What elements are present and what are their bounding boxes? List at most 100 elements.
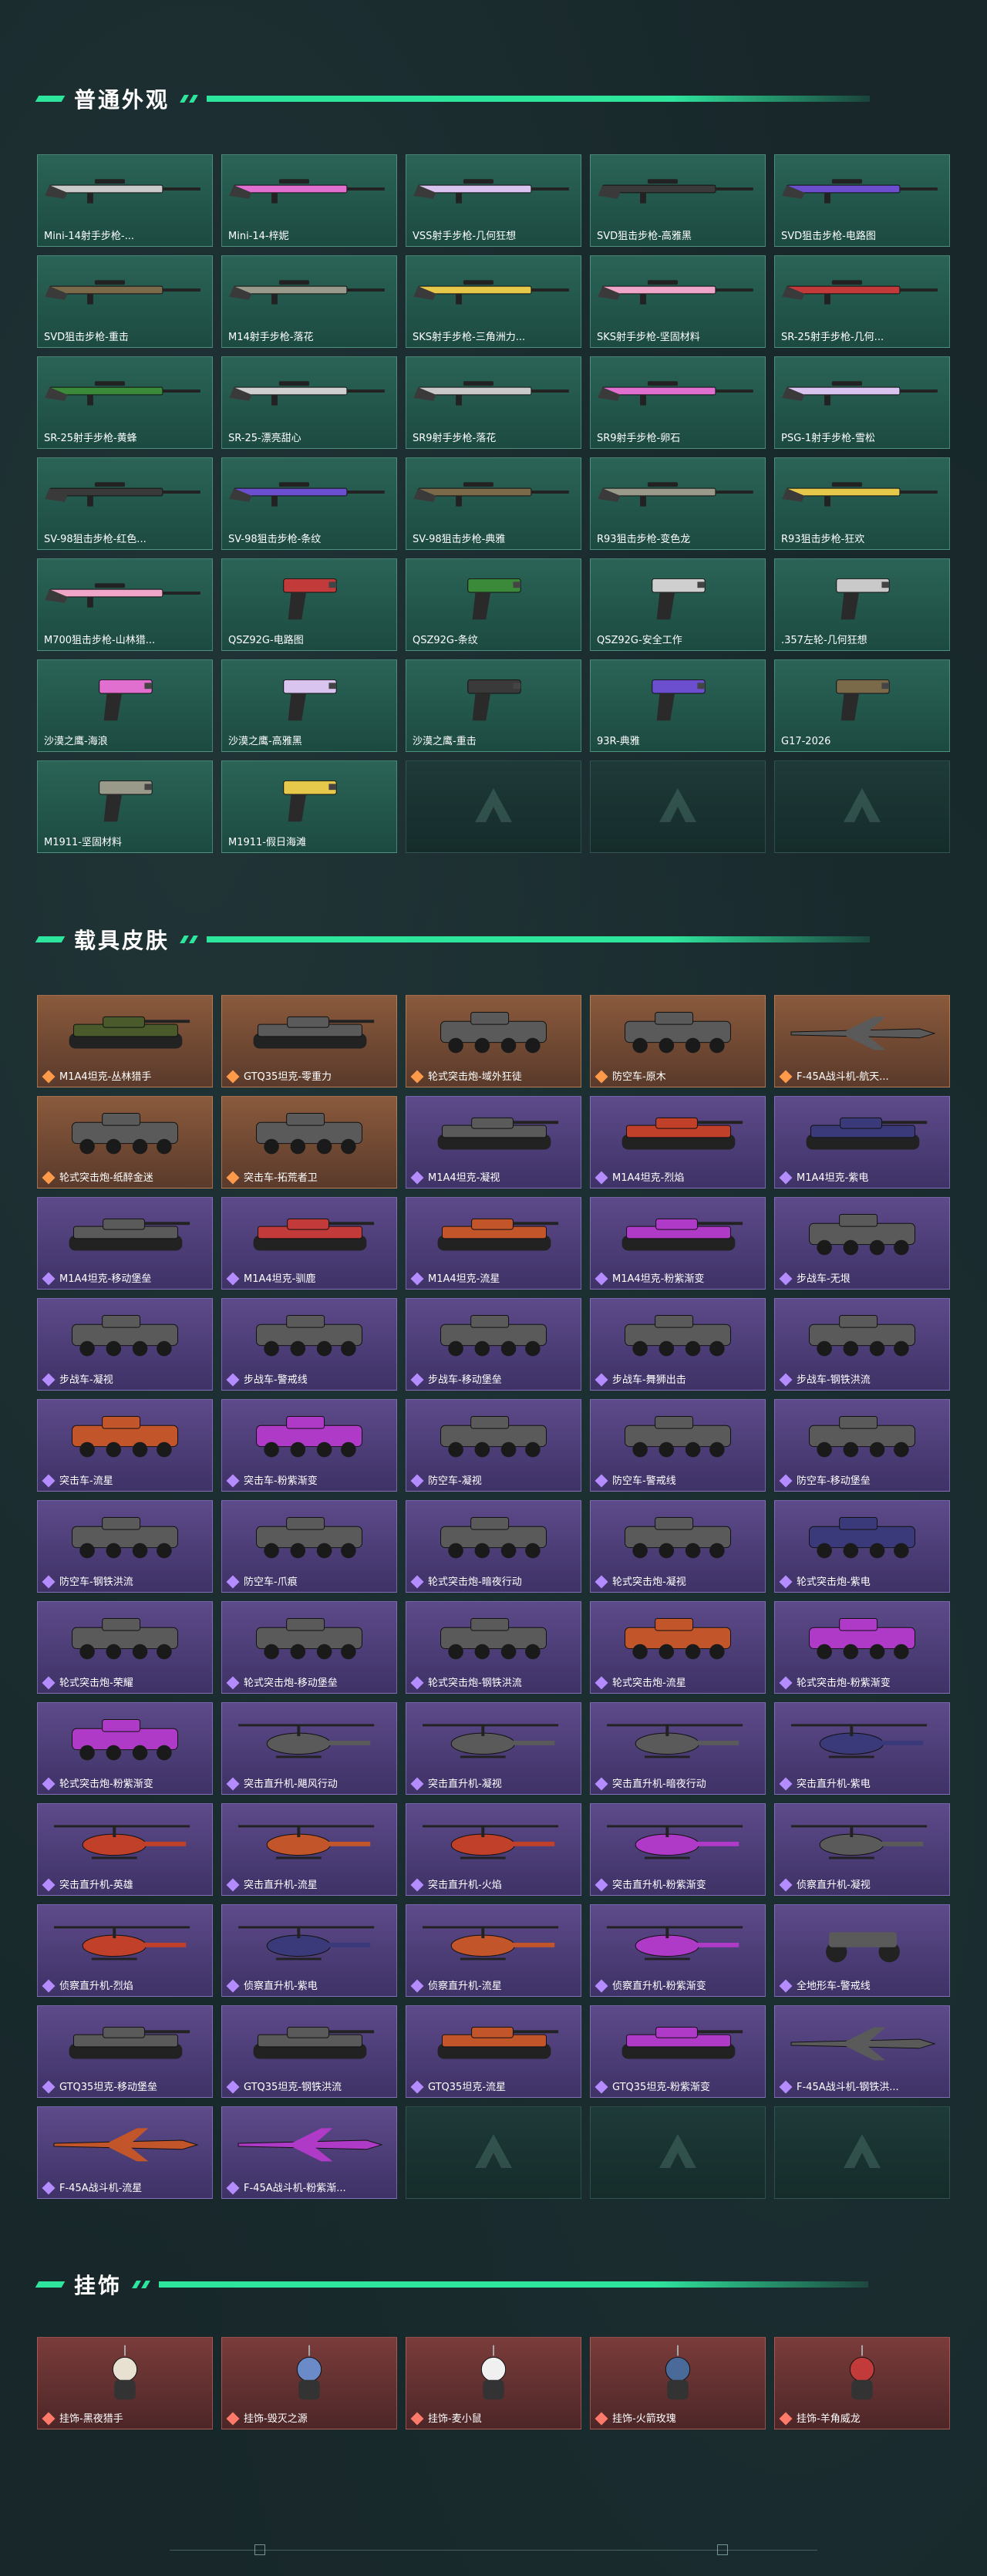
vehicle-image	[38, 1905, 212, 1974]
vehicle-skin-card[interactable]: 突击直升机-紫电	[774, 1702, 950, 1795]
vehicle-skin-card[interactable]: 突击直升机-英雄	[37, 1803, 213, 1896]
vehicle-skin-card[interactable]: 防空车-原木	[590, 995, 766, 1087]
vehicle-skin-card[interactable]: 突击直升机-暗夜行动	[590, 1702, 766, 1795]
vehicle-skin-card[interactable]: M1A4坦克-粉紫渐变	[590, 1197, 766, 1290]
vehicle-skin-card[interactable]: 突击车-拓荒者卫	[221, 1096, 397, 1189]
vehicle-skin-card[interactable]: M1A4坦克-移动堡垒	[37, 1197, 213, 1290]
vehicle-skin-card[interactable]: 防空车-钢铁洪流	[37, 1500, 213, 1593]
vehicle-skin-card[interactable]: GTQ35坦克-流星	[406, 2005, 581, 2098]
vehicle-skin-card[interactable]: 轮式突击炮-粉紫渐变	[774, 1601, 950, 1694]
weapon-skin-card[interactable]: Mini-14射手步枪-...	[37, 154, 213, 247]
vehicle-skin-card[interactable]: 轮式突击炮-凝视	[590, 1500, 766, 1593]
charm-skin-card[interactable]: 挂饰-麦小鼠	[406, 2337, 581, 2429]
charm-skin-card[interactable]: 挂饰-火箭玫瑰	[590, 2337, 766, 2429]
weapon-skin-card[interactable]: Mini-14-梓妮	[221, 154, 397, 247]
vehicle-skin-card[interactable]: 侦察直升机-凝视	[774, 1803, 950, 1896]
weapon-skin-card[interactable]: M1911-假日海滩	[221, 760, 397, 853]
weapon-skin-card[interactable]: SR-25射手步枪-几何...	[774, 255, 950, 348]
vehicle-skin-card[interactable]: M1A4坦克-紫电	[774, 1096, 950, 1189]
vehicle-skin-card[interactable]: M1A4坦克-流星	[406, 1197, 581, 1290]
vehicle-skin-card[interactable]: 防空车-移动堡垒	[774, 1399, 950, 1492]
weapon-skin-card[interactable]: M14射手步枪-落花	[221, 255, 397, 348]
vehicle-skin-card[interactable]: 防空车-凝视	[406, 1399, 581, 1492]
weapon-skin-card[interactable]: SR-25-漂亮甜心	[221, 356, 397, 449]
weapon-skin-card[interactable]: SV-98狙击步枪-红色...	[37, 457, 213, 550]
weapon-skin-card[interactable]: SKS射手步枪-坚固材料	[590, 255, 766, 348]
vehicle-skin-card[interactable]: 轮式突击炮-移动堡垒	[221, 1601, 397, 1694]
vehicle-skin-card[interactable]: 防空车-爪痕	[221, 1500, 397, 1593]
vehicle-skin-card[interactable]: 侦察直升机-流星	[406, 1904, 581, 1997]
vehicle-skin-card[interactable]: 步战车-移动堡垒	[406, 1298, 581, 1391]
weapon-skin-card[interactable]: 沙漠之鹰-重击	[406, 659, 581, 752]
vehicle-skin-card[interactable]: 突击直升机-粉紫渐变	[590, 1803, 766, 1896]
vehicle-skin-card[interactable]: F-45A战斗机-钢铁洪...	[774, 2005, 950, 2098]
vehicle-skin-card[interactable]: GTQ35坦克-钢铁洪流	[221, 2005, 397, 2098]
vehicle-skin-card[interactable]: 轮式突击炮-纸醉金迷	[37, 1096, 213, 1189]
vehicle-skin-card[interactable]: M1A4坦克-丛林猎手	[37, 995, 213, 1087]
vehicle-skin-card[interactable]: 突击车-粉紫渐变	[221, 1399, 397, 1492]
vehicle-skin-card[interactable]: 轮式突击炮-流星	[590, 1601, 766, 1694]
weapon-skin-card[interactable]: R93狙击步枪-狂欢	[774, 457, 950, 550]
weapon-skin-card[interactable]: SV-98狙击步枪-条纹	[221, 457, 397, 550]
charm-image	[591, 2338, 765, 2407]
vehicle-skin-card[interactable]: 防空车-警戒线	[590, 1399, 766, 1492]
weapon-skin-card[interactable]: M700狙击步枪-山林猎...	[37, 558, 213, 651]
weapon-skin-card[interactable]: PSG-1射手步枪-雪松	[774, 356, 950, 449]
weapon-skin-card[interactable]: SVD狙击步枪-重击	[37, 255, 213, 348]
charm-skin-card[interactable]: 挂饰-羊角威龙	[774, 2337, 950, 2429]
weapon-skin-card[interactable]: 93R-典雅	[590, 659, 766, 752]
vehicle-skin-card[interactable]: 侦察直升机-粉紫渐变	[590, 1904, 766, 1997]
weapon-skin-card[interactable]: SVD狙击步枪-电路图	[774, 154, 950, 247]
vehicle-skin-card[interactable]: 突击直升机-凝视	[406, 1702, 581, 1795]
vehicle-skin-card[interactable]: M1A4坦克-烈焰	[590, 1096, 766, 1189]
weapon-skin-card[interactable]: SV-98狙击步枪-典雅	[406, 457, 581, 550]
vehicle-skin-card[interactable]: 突击车-流星	[37, 1399, 213, 1492]
vehicle-skin-card[interactable]: 轮式突击炮-域外狂徒	[406, 995, 581, 1087]
vehicle-skin-card[interactable]: GTQ35坦克-零重力	[221, 995, 397, 1087]
vehicle-skin-card[interactable]: GTQ35坦克-移动堡垒	[37, 2005, 213, 2098]
vehicle-skin-card[interactable]: 突击直升机-火焰	[406, 1803, 581, 1896]
weapon-skin-name: Mini-14-梓妮	[228, 231, 289, 242]
vehicle-skin-card[interactable]: 全地形车-警戒线	[774, 1904, 950, 1997]
vehicle-skin-card[interactable]: F-45A战斗机-粉紫渐...	[221, 2106, 397, 2199]
weapon-skin-card[interactable]: SR-25射手步枪-黄蜂	[37, 356, 213, 449]
vehicle-skin-card[interactable]: 步战车-凝视	[37, 1298, 213, 1391]
weapon-skin-card[interactable]: R93狙击步枪-变色龙	[590, 457, 766, 550]
charm-skin-card[interactable]: 挂饰-毁灭之源	[221, 2337, 397, 2429]
vehicle-skin-card[interactable]: 步战车-舞狮出击	[590, 1298, 766, 1391]
weapon-skin-card[interactable]: QSZ92G-安全工作	[590, 558, 766, 651]
vehicle-skin-name: 轮式突击炮-纸醉金迷	[59, 1172, 153, 1184]
weapon-skin-card[interactable]: SR9射手步枪-落花	[406, 356, 581, 449]
vehicle-skin-name: F-45A战斗机-粉紫渐...	[244, 2183, 346, 2194]
vehicle-skin-card[interactable]: 步战车-钢铁洪流	[774, 1298, 950, 1391]
weapon-skin-card[interactable]: M1911-坚固材料	[37, 760, 213, 853]
weapon-skin-card[interactable]: SKS射手步枪-三角洲力...	[406, 255, 581, 348]
vehicle-skin-card[interactable]: 轮式突击炮-荣耀	[37, 1601, 213, 1694]
vehicle-skin-card[interactable]: 轮式突击炮-暗夜行动	[406, 1500, 581, 1593]
weapon-skin-card[interactable]: 沙漠之鹰-高雅黑	[221, 659, 397, 752]
weapon-skin-card[interactable]: QSZ92G-条纹	[406, 558, 581, 651]
weapon-skin-card[interactable]: SVD狙击步枪-高雅黑	[590, 154, 766, 247]
vehicle-skin-card[interactable]: 侦察直升机-紫电	[221, 1904, 397, 1997]
vehicle-skin-card[interactable]: 突击直升机-飓风行动	[221, 1702, 397, 1795]
vehicle-skin-card[interactable]: 轮式突击炮-钢铁洪流	[406, 1601, 581, 1694]
weapon-skin-card[interactable]: G17-2026	[774, 659, 950, 752]
charm-skin-card[interactable]: 挂饰-黑夜猎手	[37, 2337, 213, 2429]
vehicle-skin-card[interactable]: F-45A战斗机-航天...	[774, 995, 950, 1087]
rarity-gem-icon	[410, 1070, 424, 1084]
weapon-skin-card[interactable]: QSZ92G-电路图	[221, 558, 397, 651]
weapon-skin-card[interactable]: SR9射手步枪-卵石	[590, 356, 766, 449]
vehicle-skin-card[interactable]: GTQ35坦克-粉紫渐变	[590, 2005, 766, 2098]
vehicle-skin-card[interactable]: F-45A战斗机-流星	[37, 2106, 213, 2199]
vehicle-skin-card[interactable]: 侦察直升机-烈焰	[37, 1904, 213, 1997]
weapon-skin-card[interactable]: VSS射手步枪-几何狂想	[406, 154, 581, 247]
vehicle-skin-card[interactable]: 步战车-无垠	[774, 1197, 950, 1290]
vehicle-skin-card[interactable]: M1A4坦克-驯鹿	[221, 1197, 397, 1290]
vehicle-skin-card[interactable]: 突击直升机-流星	[221, 1803, 397, 1896]
vehicle-skin-card[interactable]: 轮式突击炮-粉紫渐变	[37, 1702, 213, 1795]
vehicle-skin-card[interactable]: 轮式突击炮-紫电	[774, 1500, 950, 1593]
vehicle-skin-card[interactable]: 步战车-警戒线	[221, 1298, 397, 1391]
vehicle-skin-card[interactable]: M1A4坦克-凝视	[406, 1096, 581, 1189]
weapon-skin-card[interactable]: 沙漠之鹰-海浪	[37, 659, 213, 752]
weapon-skin-card[interactable]: .357左轮-几何狂想	[774, 558, 950, 651]
